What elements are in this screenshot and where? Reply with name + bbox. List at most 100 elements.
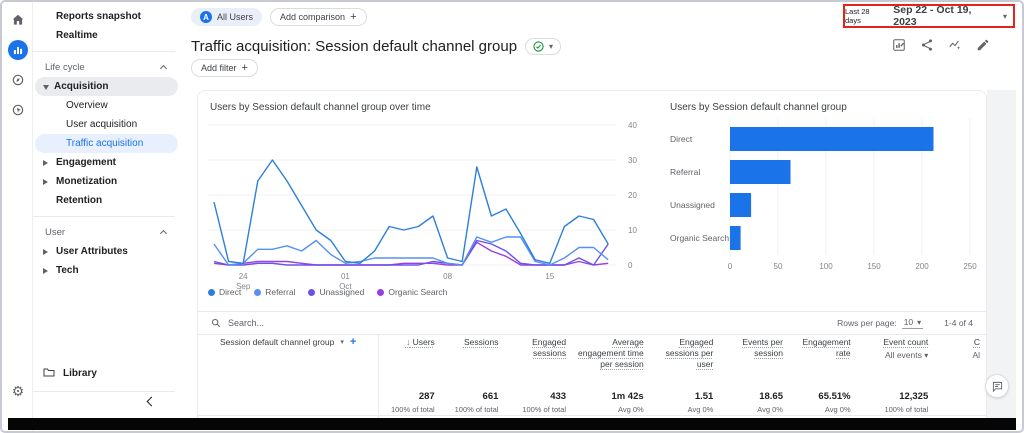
search-icon <box>211 318 221 328</box>
chevron-down-icon: ▾ <box>1003 12 1007 21</box>
totals-cell: 287100% of total <box>377 391 441 415</box>
sidebar-item-label: Traffic acquisition <box>66 138 143 149</box>
totals-cell: 12,325100% of total <box>857 391 935 415</box>
sidebar-item-library[interactable]: Library <box>33 363 183 383</box>
expander-icon <box>43 85 49 93</box>
dimension-header[interactable]: Session default channel group ▾ + <box>198 337 377 370</box>
totals-cell: 1m 42sAvg 0% <box>572 391 650 415</box>
insights-icon[interactable] <box>948 38 962 52</box>
sidebar-item-user-acquisition[interactable]: User acquisition <box>35 115 178 134</box>
add-dimension-button[interactable]: + <box>350 337 356 348</box>
rows-per-page-label: Rows per page: <box>837 318 897 328</box>
legend-item-unassigned[interactable]: Unassigned <box>308 287 364 297</box>
add-comparison-chip[interactable]: Add comparison + <box>270 8 366 26</box>
column-header-users[interactable]: ↓ Users <box>377 337 441 370</box>
legend-item-referral[interactable]: Referral <box>254 287 295 297</box>
legend-dot-icon <box>208 289 215 296</box>
svg-text:24: 24 <box>239 272 248 281</box>
bar-chart: 050100150200250DirectReferralUnassignedO… <box>668 113 980 286</box>
svg-text:30: 30 <box>628 156 637 165</box>
sidebar-item-acquisition[interactable]: Acquisition <box>35 77 178 96</box>
chevron-down-icon: ▾ <box>340 338 344 346</box>
legend-item-organic-search[interactable]: Organic Search <box>377 287 447 297</box>
pagination-range: 1-4 of 4 <box>944 318 973 328</box>
expander-icon <box>43 179 51 185</box>
table-header-row: Session default channel group ▾ + ↓ User… <box>198 337 986 370</box>
totals-cell <box>934 391 986 415</box>
avatar: A <box>200 11 212 23</box>
date-range-selector[interactable]: Sep 22 - Oct 19, 2023 <box>893 4 997 28</box>
sidebar-item-realtime[interactable]: Realtime <box>35 26 178 45</box>
customize-report-icon[interactable] <box>892 38 906 52</box>
app-window: ⚙ Reports snapshot Realtime Life cycle Acqu… <box>0 0 1024 433</box>
column-header-events-per-session[interactable]: Events per session <box>719 337 789 370</box>
sidebar-item-label: Tech <box>56 265 79 276</box>
column-header-engagement-rate[interactable]: Engagement rate <box>789 337 857 370</box>
check-circle-icon <box>533 41 544 52</box>
sidebar-item-retention[interactable]: Retention <box>35 191 178 210</box>
totals-cell: 18.65Avg 0% <box>719 391 789 415</box>
all-users-chip[interactable]: A All Users <box>191 8 262 26</box>
sidebar-divider <box>33 216 175 217</box>
svg-text:10: 10 <box>628 226 637 235</box>
svg-text:Direct: Direct <box>670 134 693 144</box>
plus-icon: + <box>350 11 356 23</box>
report-card: Users by Session default channel group o… <box>197 90 987 421</box>
sidebar-item-overview[interactable]: Overview <box>35 96 178 115</box>
svg-text:08: 08 <box>443 272 452 281</box>
share-icon[interactable] <box>920 38 934 52</box>
add-filter-chip[interactable]: Add filter + <box>191 59 258 77</box>
collapse-sidebar-icon[interactable] <box>147 397 157 407</box>
expander-icon <box>43 160 51 166</box>
sidebar-item-label: Life cycle <box>45 62 85 73</box>
sidebar-item-label: Realtime <box>56 30 98 41</box>
folder-icon <box>43 367 55 380</box>
legend-dot-icon <box>254 289 261 296</box>
sidebar-item-life-cycle[interactable]: Life cycle <box>35 58 178 77</box>
sidebar-item-reports-snapshot[interactable]: Reports snapshot <box>35 7 178 26</box>
column-header-sessions[interactable]: Sessions <box>441 337 505 370</box>
feedback-button[interactable] <box>985 374 1009 398</box>
sidebar-item-traffic-acquisition[interactable]: Traffic acquisition <box>35 134 178 153</box>
advertising-icon[interactable] <box>9 101 27 119</box>
edit-icon[interactable] <box>976 38 990 52</box>
sidebar-item-user[interactable]: User <box>35 223 178 242</box>
sidebar-item-tech[interactable]: Tech <box>35 261 178 280</box>
home-icon[interactable] <box>9 11 27 29</box>
column-header-engaged-sessions[interactable]: Engaged sessions <box>504 337 572 370</box>
line-chart-title: Users by Session default channel group o… <box>210 102 431 113</box>
rows-per-page-select[interactable]: 10 ▾ <box>902 317 923 329</box>
legend-item-direct[interactable]: Direct <box>208 287 241 297</box>
sidebar-item-label: Reports snapshot <box>56 11 141 22</box>
collapse-group-icon[interactable] <box>160 230 167 237</box>
column-header-clipped[interactable]: CAl <box>934 337 986 370</box>
settings-icon[interactable]: ⚙ <box>9 382 27 400</box>
collapse-group-icon[interactable] <box>160 65 167 72</box>
bottom-black-bar <box>8 418 1016 430</box>
plus-icon: + <box>242 62 248 74</box>
column-header-event-count[interactable]: Event countAll events ▾ <box>857 337 935 370</box>
chart-legend: Direct Referral Unassigned Organic Search <box>208 287 447 297</box>
svg-text:01: 01 <box>341 272 350 281</box>
svg-text:40: 40 <box>628 121 637 130</box>
sidebar-item-user-attributes[interactable]: User Attributes <box>35 242 178 261</box>
table-search-row: Search... Rows per page: 10 ▾ 1-4 of 4 <box>198 312 986 335</box>
column-header-engaged-sessions-per-user[interactable]: Engaged sessions per user <box>650 337 720 370</box>
table-totals-row: 287100% of total661100% of total433100% … <box>198 391 986 415</box>
explore-icon[interactable] <box>9 71 27 89</box>
date-range-annotation-box: Last 28 days Sep 22 - Oct 19, 2023 ▾ <box>843 4 1015 28</box>
reports-icon[interactable] <box>8 40 28 60</box>
sidebar-item-engagement[interactable]: Engagement <box>35 153 178 172</box>
chevron-down-icon: ▾ <box>549 42 553 51</box>
sidebar-item-label: Monetization <box>56 176 117 187</box>
search-input[interactable]: Search... <box>211 318 837 328</box>
sidebar-item-monetization[interactable]: Monetization <box>35 172 178 191</box>
svg-text:0: 0 <box>628 261 633 270</box>
sidebar: Reports snapshot Realtime Life cycle Acquis… <box>33 2 183 431</box>
data-quality-badge[interactable]: ▾ <box>525 38 561 55</box>
sidebar-bottom: Library <box>33 363 183 405</box>
column-header-average-engagement-time-per-session[interactable]: Average engagement time per session <box>572 337 650 370</box>
svg-text:Organic Search: Organic Search <box>670 233 729 243</box>
line-chart: 01020304024Sep01Oct0815 <box>204 115 650 304</box>
totals-cell: 1.51Avg 0% <box>650 391 720 415</box>
